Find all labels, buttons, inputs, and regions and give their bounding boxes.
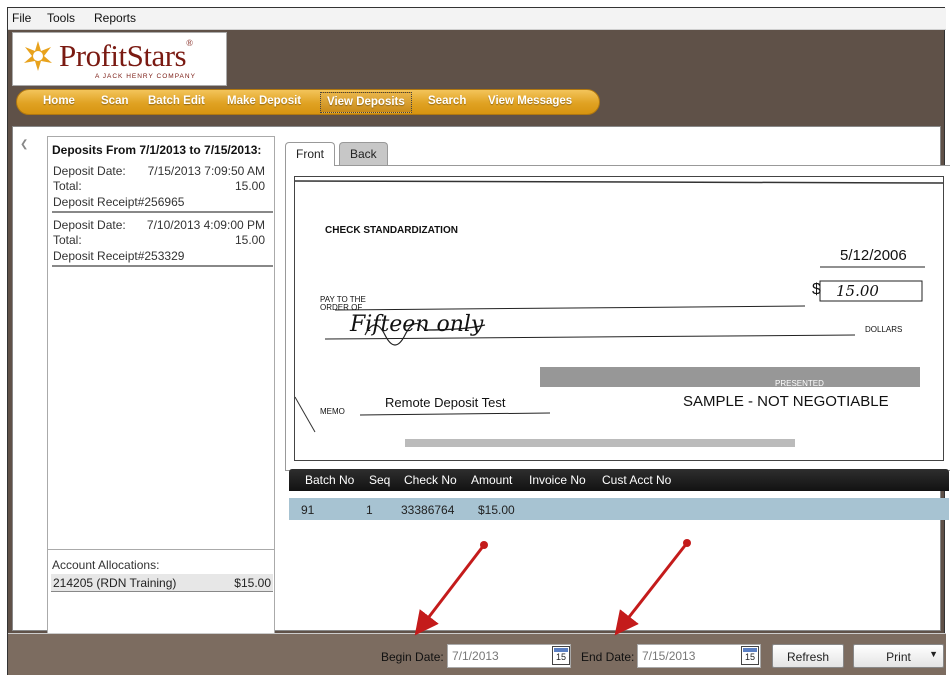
- deposit-item[interactable]: Deposit Date: 7/15/2013 7:09:50 AM Total…: [52, 161, 273, 213]
- account-allocations-panel: Account Allocations: 214205 (RDN Trainin…: [47, 549, 275, 635]
- cell-check-no: 33386764: [401, 503, 455, 517]
- deposit-total: 15.00: [234, 179, 265, 193]
- menu-tools[interactable]: Tools: [47, 11, 75, 25]
- profitstars-logo: ProfitStars® A JACK HENRY COMPANY: [12, 32, 227, 86]
- tab-front[interactable]: Front: [285, 142, 336, 166]
- check-memo: Remote Deposit Test: [385, 395, 506, 410]
- nav-scan[interactable]: Scan: [101, 95, 129, 107]
- menu-bar: File Tools Reports: [8, 8, 946, 30]
- logo-brand: ProfitStars®: [59, 38, 193, 73]
- chevron-down-icon: ▼: [929, 649, 938, 659]
- check-sample-text: SAMPLE - NOT NEGOTIABLE: [683, 393, 889, 410]
- end-date-label: End Date:: [581, 650, 635, 664]
- check-image-frame: CHECK STANDARDIZATION 5/12/2006 PAY TO T…: [285, 165, 950, 471]
- deposit-receipt: Deposit Receipt#256965: [53, 195, 185, 209]
- check-written-amount: Fifteen only: [350, 312, 484, 337]
- check-heading: CHECK STANDARDIZATION: [325, 225, 458, 236]
- cell-amount: $15.00: [478, 503, 515, 517]
- allocation-account: 214205 (RDN Training): [53, 576, 177, 590]
- logo-tagline: A JACK HENRY COMPANY: [95, 73, 196, 80]
- nav-view-deposits[interactable]: View Deposits: [320, 92, 412, 113]
- check-amount: 15.00: [836, 282, 879, 300]
- calendar-icon[interactable]: 15: [552, 646, 570, 665]
- main-panel: ❮ Deposits From 7/1/2013 to 7/15/2013: D…: [12, 126, 950, 635]
- app-window: File Tools Reports ProfitStars® A JACK H…: [7, 7, 950, 675]
- check-order-of: ORDER OF: [320, 303, 363, 312]
- allocation-amount: $15.00: [234, 576, 271, 590]
- deposit-receipt: Deposit Receipt#253329: [53, 249, 185, 263]
- menu-file[interactable]: File: [12, 11, 31, 25]
- allocation-row[interactable]: 214205 (RDN Training) $15.00: [51, 574, 273, 592]
- nav-view-messages[interactable]: View Messages: [488, 95, 572, 107]
- tab-back[interactable]: Back: [339, 142, 388, 166]
- nav-batch-edit[interactable]: Batch Edit: [148, 95, 205, 107]
- check-memo-label: MEMO: [320, 407, 345, 416]
- cell-batch-no: 91: [301, 503, 315, 517]
- check-date: 5/12/2006: [840, 247, 907, 264]
- col-invoice-no[interactable]: Invoice No: [529, 473, 586, 487]
- deposit-date: 7/15/2013 7:09:50 AM: [147, 164, 265, 178]
- col-batch-no[interactable]: Batch No: [305, 473, 354, 487]
- col-amount[interactable]: Amount: [471, 473, 512, 487]
- check-presented: PRESENTED: [775, 379, 824, 388]
- star-swirl-icon: [24, 41, 52, 71]
- date-filter-bar: Begin Date: 7/1/2013 15 End Date: 7/15/2…: [8, 633, 946, 675]
- cell-seq: 1: [366, 503, 373, 517]
- check-image: CHECK STANDARDIZATION 5/12/2006 PAY TO T…: [294, 176, 944, 461]
- nav-search[interactable]: Search: [428, 95, 466, 107]
- check-dollar-sign: $: [812, 281, 821, 298]
- print-button-label: Print: [886, 650, 911, 664]
- col-cust-acct-no[interactable]: Cust Acct No: [602, 473, 671, 487]
- collapse-panel-icon[interactable]: ❮: [20, 139, 28, 150]
- deposit-total-label: Total:: [53, 179, 82, 193]
- deposit-date: 7/10/2013 4:09:00 PM: [146, 218, 265, 232]
- deposit-total: 15.00: [234, 233, 265, 247]
- divider: [8, 633, 946, 634]
- calendar-icon[interactable]: 15: [741, 646, 759, 665]
- col-seq[interactable]: Seq: [369, 473, 390, 487]
- deposits-header: Deposits From 7/1/2013 to 7/15/2013:: [52, 143, 262, 157]
- check-dollars: DOLLARS: [865, 325, 903, 334]
- deposit-total-label: Total:: [53, 233, 82, 247]
- menu-reports[interactable]: Reports: [94, 11, 136, 25]
- main-nav-bar: Home Scan Batch Edit Make Deposit View D…: [16, 89, 600, 115]
- begin-date-label: Begin Date:: [381, 650, 444, 664]
- refresh-button[interactable]: Refresh: [772, 644, 844, 668]
- deposit-grid-header: Batch No Seq Check No Amount Invoice No …: [289, 469, 949, 491]
- deposit-date-label: Deposit Date:: [53, 218, 126, 232]
- nav-home[interactable]: Home: [43, 95, 75, 107]
- table-row[interactable]: 91 1 33386764 $15.00: [289, 498, 949, 520]
- nav-make-deposit[interactable]: Make Deposit: [227, 95, 301, 107]
- allocations-title: Account Allocations:: [52, 558, 160, 572]
- print-button[interactable]: Print ▼: [853, 644, 944, 668]
- col-check-no[interactable]: Check No: [404, 473, 457, 487]
- deposit-date-label: Deposit Date:: [53, 164, 126, 178]
- deposit-item[interactable]: Deposit Date: 7/10/2013 4:09:00 PM Total…: [52, 215, 273, 267]
